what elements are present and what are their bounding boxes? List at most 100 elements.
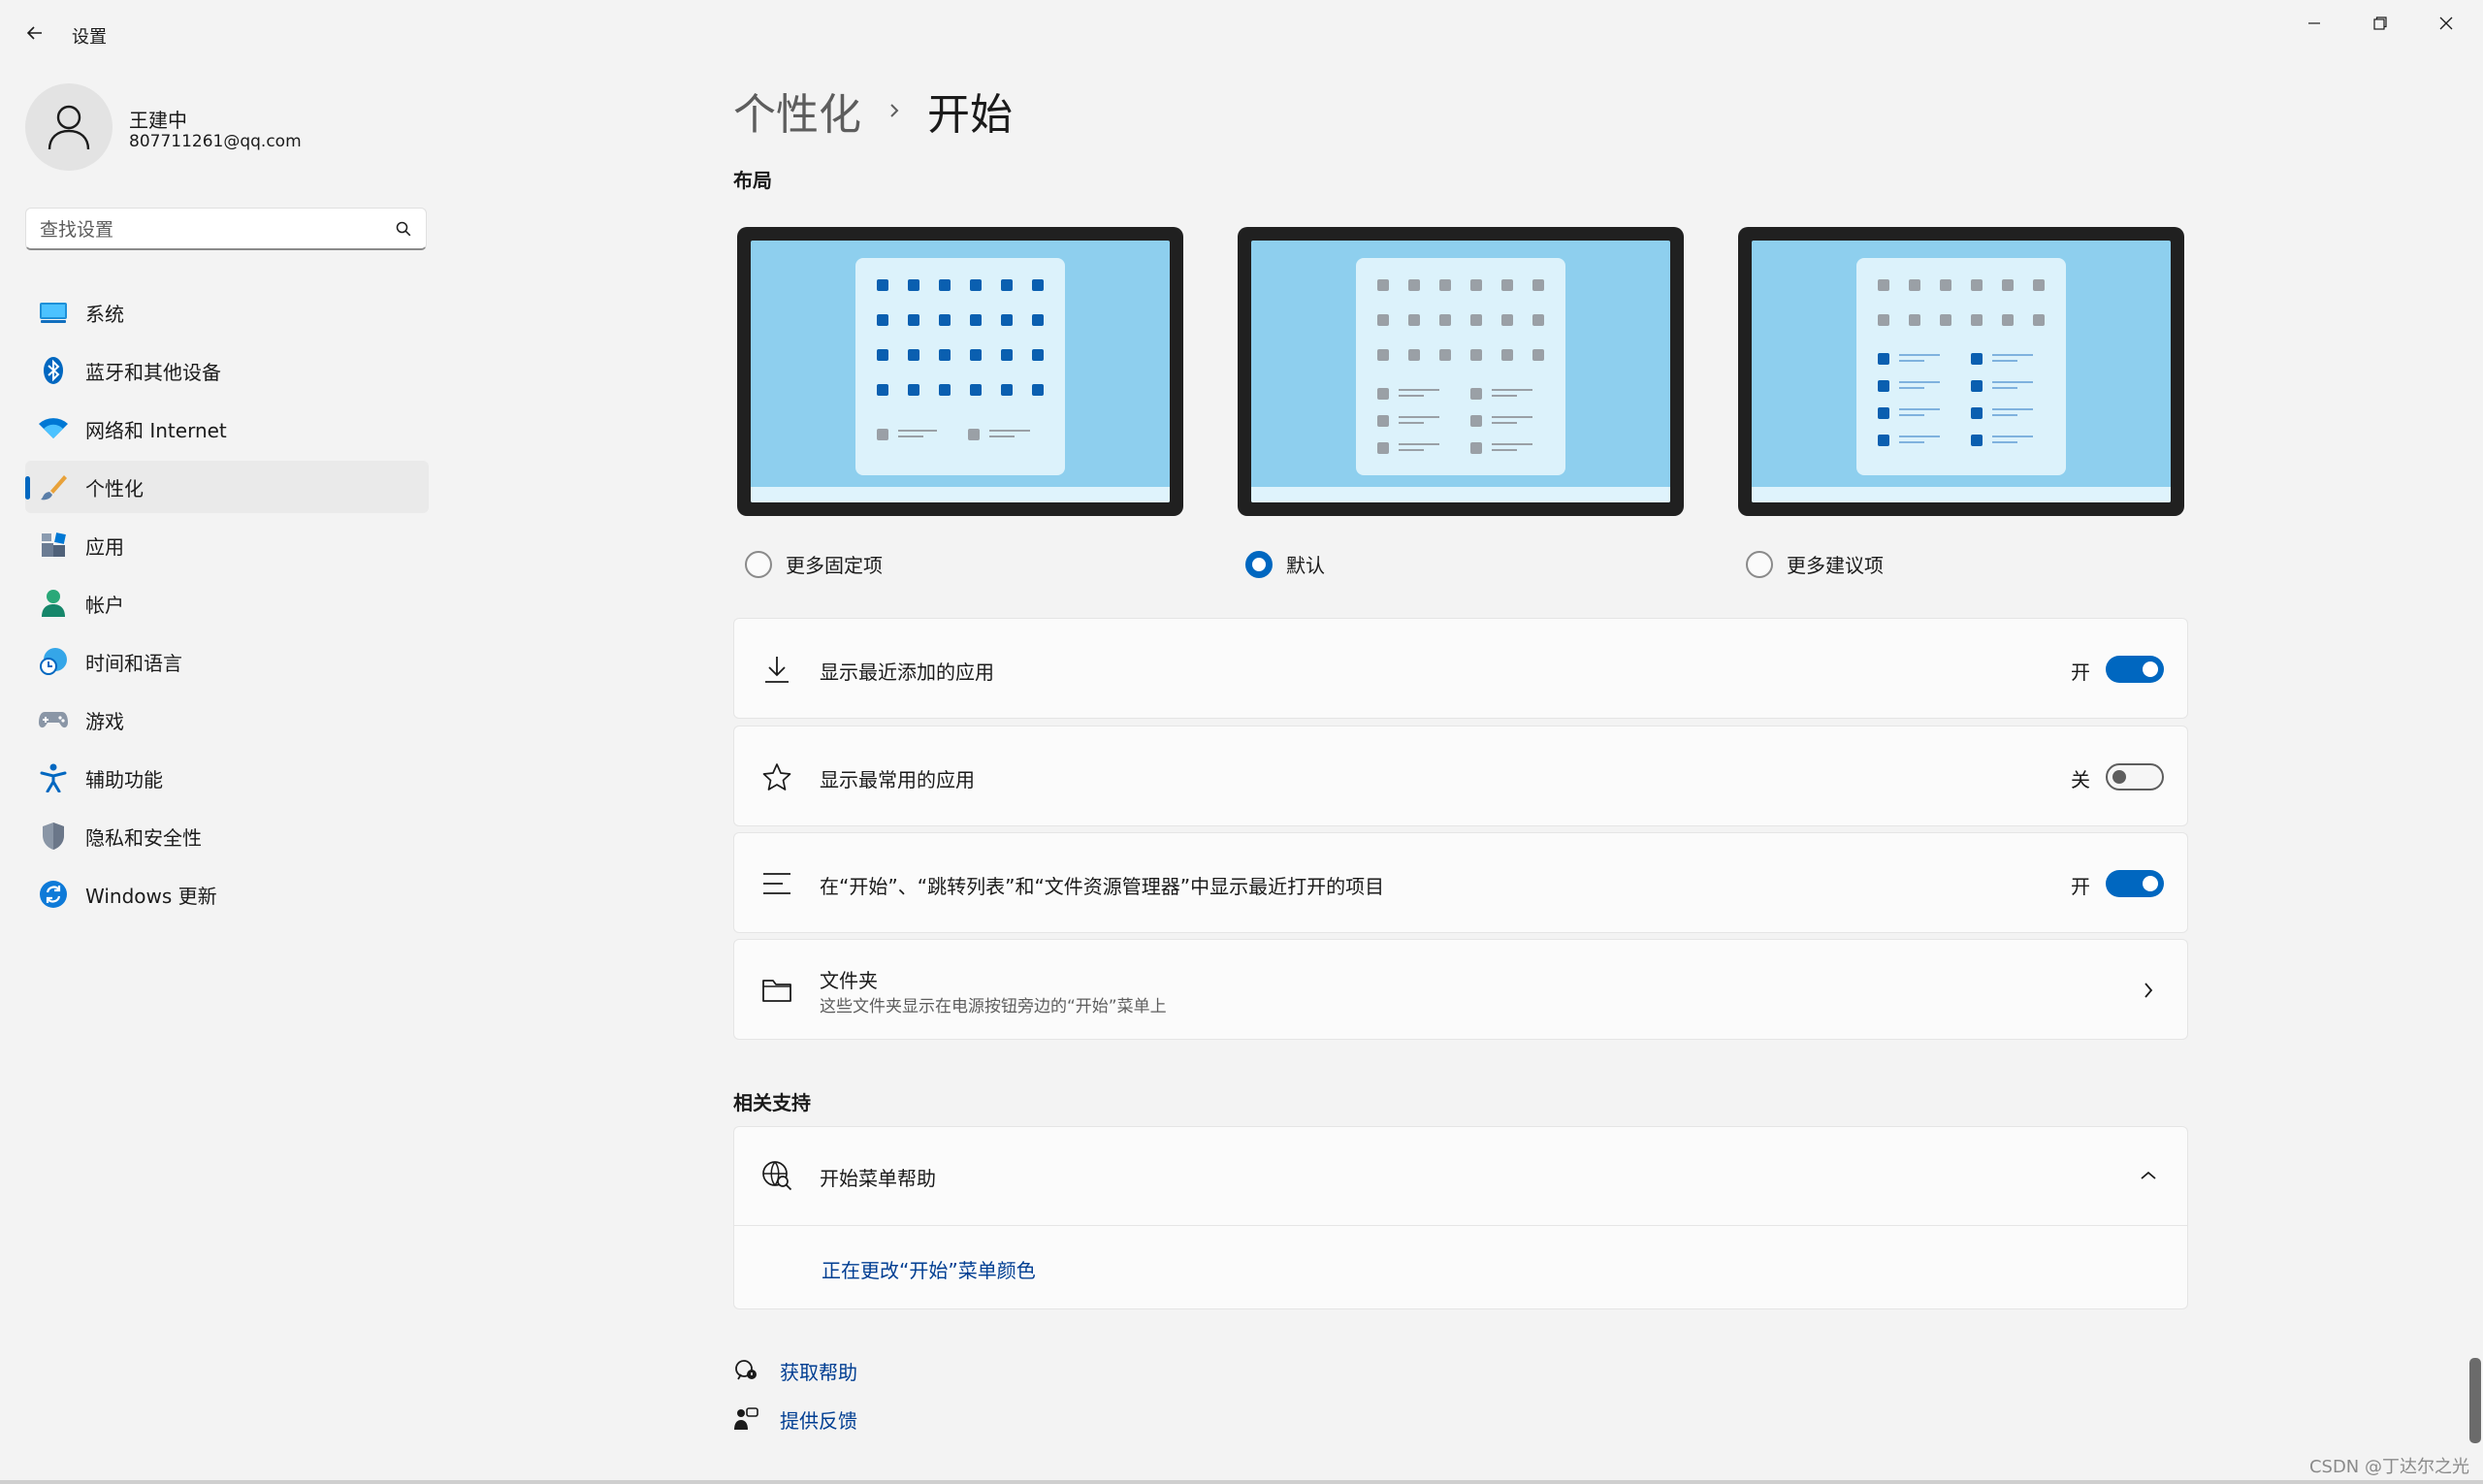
clock-globe-icon bbox=[37, 645, 70, 678]
sidebar-item-windows-update[interactable]: Windows 更新 bbox=[25, 868, 429, 920]
star-icon bbox=[759, 759, 794, 794]
sidebar-item-network[interactable]: 网络和 Internet bbox=[25, 403, 429, 455]
preview-screen bbox=[1251, 241, 1670, 502]
preview-taskbar bbox=[751, 487, 1170, 502]
preview-taskbar bbox=[1251, 487, 1670, 502]
setting-label: 在“开始”、“跳转列表”和“文件资源管理器”中显示最近打开的项目 bbox=[820, 875, 1385, 898]
wifi-icon bbox=[37, 412, 70, 445]
radio-more-pins[interactable] bbox=[745, 550, 772, 578]
preview-start-menu bbox=[855, 258, 1065, 475]
radio-more-recommendations[interactable] bbox=[1746, 550, 1773, 578]
toggle-recently-added[interactable] bbox=[2106, 656, 2164, 683]
sidebar-item-privacy[interactable]: 隐私和安全性 bbox=[25, 810, 429, 862]
person-icon bbox=[48, 105, 90, 150]
radio-label: 更多建议项 bbox=[1787, 554, 1884, 577]
layout-heading: 布局 bbox=[733, 169, 772, 192]
layout-option-default[interactable]: 默认 bbox=[1245, 550, 1325, 578]
folders-subtitle: 这些文件夹显示在电源按钮旁边的“开始”菜单上 bbox=[820, 997, 1167, 1016]
back-arrow-icon bbox=[26, 26, 42, 40]
change-start-color-link[interactable]: 正在更改“开始”菜单颜色 bbox=[822, 1255, 1036, 1283]
layout-option-more-pins[interactable]: 更多固定项 bbox=[745, 550, 883, 578]
avatar[interactable] bbox=[25, 83, 113, 171]
restore-button[interactable] bbox=[2355, 10, 2405, 37]
person-icon bbox=[37, 587, 70, 620]
toggle-knob bbox=[2112, 770, 2126, 784]
divider bbox=[734, 1225, 2187, 1226]
sidebar-item-accounts[interactable]: 帐户 bbox=[25, 577, 429, 629]
window-title: 设置 bbox=[72, 27, 107, 48]
give-feedback-link[interactable]: 提供反馈 bbox=[731, 1404, 857, 1434]
chevron-right-icon bbox=[887, 100, 902, 121]
pins-grid-icon bbox=[877, 279, 1044, 440]
user-name: 王建中 bbox=[129, 109, 187, 132]
breadcrumb-parent[interactable]: 个性化 bbox=[733, 80, 861, 142]
close-icon bbox=[2439, 16, 2453, 30]
toggle-recent-items[interactable] bbox=[2106, 870, 2164, 897]
default-grid-icon bbox=[1377, 279, 1544, 454]
sidebar-item-bluetooth[interactable]: 蓝牙和其他设备 bbox=[25, 344, 429, 397]
preview-start-menu bbox=[1856, 258, 2066, 475]
list-icon bbox=[759, 866, 794, 901]
toggle-state: 关 bbox=[2071, 768, 2090, 791]
chevron-right-icon bbox=[2139, 979, 2158, 1002]
setting-label: 显示最近添加的应用 bbox=[820, 661, 994, 684]
search-placeholder: 查找设置 bbox=[40, 219, 114, 241]
folders-row[interactable]: 文件夹 这些文件夹显示在电源按钮旁边的“开始”菜单上 bbox=[733, 939, 2188, 1040]
accessibility-icon bbox=[37, 761, 70, 794]
layout-preview-more-pins[interactable] bbox=[737, 227, 1183, 516]
search-icon bbox=[396, 221, 411, 236]
radio-label: 默认 bbox=[1286, 554, 1325, 577]
give-feedback-label: 提供反馈 bbox=[780, 1408, 857, 1433]
sidebar-item-label: 辅助功能 bbox=[85, 767, 163, 791]
restore-icon bbox=[2373, 16, 2387, 30]
radio-label: 更多固定项 bbox=[786, 554, 883, 577]
layout-option-more-recommendations[interactable]: 更多建议项 bbox=[1746, 550, 1884, 578]
close-button[interactable] bbox=[2421, 10, 2471, 37]
sidebar-item-system[interactable]: 系统 bbox=[25, 286, 429, 339]
setting-label: 显示最常用的应用 bbox=[820, 768, 975, 791]
layout-preview-more-recommendations[interactable] bbox=[1738, 227, 2184, 516]
sidebar-item-label: Windows 更新 bbox=[85, 884, 217, 908]
toggle-most-used[interactable] bbox=[2106, 763, 2164, 790]
selection-indicator bbox=[25, 476, 30, 500]
sidebar-item-label: 帐户 bbox=[85, 593, 124, 617]
sidebar-item-apps[interactable]: 应用 bbox=[25, 519, 429, 571]
user-email: 807711261@qq.com bbox=[129, 132, 302, 151]
sidebar-item-time-language[interactable]: 时间和语言 bbox=[25, 635, 429, 688]
layout-preview-default[interactable] bbox=[1238, 227, 1684, 516]
paintbrush-icon bbox=[37, 470, 70, 503]
sidebar-item-label: 隐私和安全性 bbox=[85, 825, 202, 850]
support-card: 开始菜单帮助 正在更改“开始”菜单颜色 bbox=[733, 1126, 2188, 1309]
sidebar-item-label: 系统 bbox=[85, 302, 124, 326]
sidebar-item-label: 网络和 Internet bbox=[85, 418, 227, 442]
start-menu-help-title: 开始菜单帮助 bbox=[820, 1167, 936, 1190]
sidebar-item-gaming[interactable]: 游戏 bbox=[25, 694, 429, 746]
toggle-state: 开 bbox=[2071, 875, 2090, 898]
sidebar-item-accessibility[interactable]: 辅助功能 bbox=[25, 752, 429, 804]
chevron-up-icon bbox=[2139, 1164, 2158, 1187]
shield-icon bbox=[37, 820, 70, 853]
folders-title: 文件夹 bbox=[820, 969, 878, 992]
toggle-state: 开 bbox=[2071, 661, 2090, 684]
search-input[interactable]: 查找设置 bbox=[25, 208, 427, 250]
sidebar-item-label: 蓝牙和其他设备 bbox=[85, 360, 221, 384]
start-menu-help-header[interactable]: 开始菜单帮助 bbox=[734, 1127, 2187, 1225]
apps-icon bbox=[37, 529, 70, 562]
radio-default[interactable] bbox=[1245, 550, 1273, 578]
folder-icon bbox=[759, 973, 794, 1008]
gamepad-icon bbox=[37, 703, 70, 736]
toggle-knob bbox=[2143, 876, 2158, 891]
support-heading: 相关支持 bbox=[733, 1091, 811, 1114]
sidebar-item-label: 个性化 bbox=[85, 476, 144, 500]
preview-screen bbox=[1752, 241, 2171, 502]
globe-search-icon bbox=[759, 1158, 794, 1193]
sidebar-item-personalization[interactable]: 个性化 bbox=[25, 461, 429, 513]
scrollbar[interactable] bbox=[2469, 1358, 2481, 1443]
back-button[interactable] bbox=[21, 19, 48, 47]
get-help-link[interactable]: 获取帮助 bbox=[731, 1356, 857, 1385]
minimize-button[interactable] bbox=[2289, 10, 2339, 37]
download-icon bbox=[759, 652, 794, 687]
sidebar-item-label: 游戏 bbox=[85, 709, 124, 733]
preview-screen bbox=[751, 241, 1170, 502]
page-title: 开始 bbox=[927, 90, 1013, 140]
